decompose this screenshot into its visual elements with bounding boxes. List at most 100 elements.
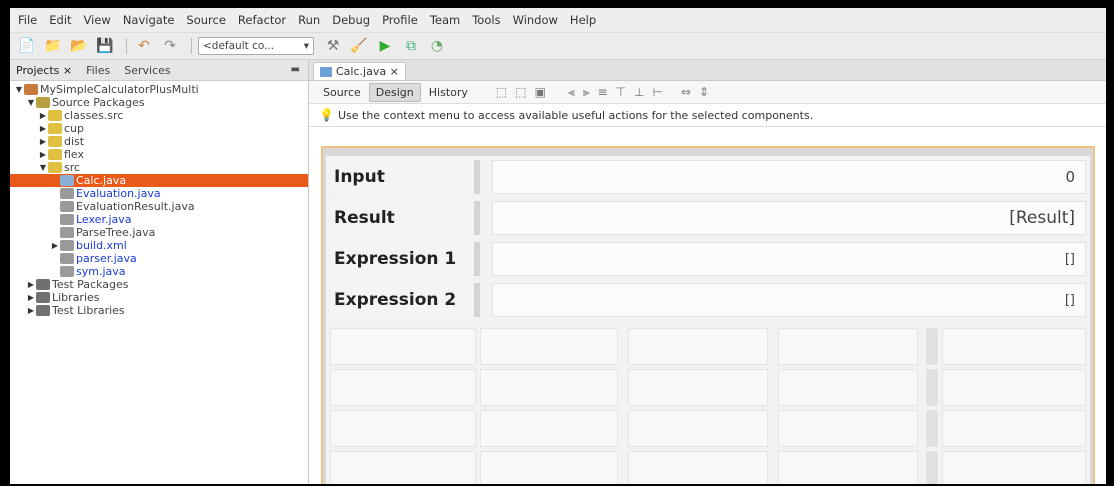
grid-cell[interactable] [942, 328, 1086, 365]
form-text-field[interactable]: [] [492, 242, 1086, 276]
build-hammer-icon[interactable]: ⚒ [322, 37, 344, 55]
grid-cell[interactable] [926, 451, 938, 484]
configuration-dropdown[interactable]: <default co... ▾ [198, 37, 314, 55]
grid-cell[interactable] [942, 410, 1086, 447]
menu-run[interactable]: Run [298, 13, 320, 27]
form-label[interactable]: Result [330, 201, 480, 235]
tree-node[interactable]: ▼ MySimpleCalculatorPlusMulti [10, 83, 308, 96]
connection-mode-icon[interactable]: ⬚ [515, 85, 526, 100]
minimize-icon[interactable]: ▬ [291, 64, 300, 75]
tree-node[interactable]: ▶ Test Libraries [10, 304, 308, 317]
new-file-icon[interactable]: 📄 [16, 37, 38, 55]
tree-node[interactable]: EvaluationResult.java [10, 200, 308, 213]
grid-cell[interactable] [926, 369, 938, 406]
menu-edit[interactable]: Edit [49, 13, 71, 27]
menu-tools[interactable]: Tools [472, 13, 500, 27]
tree-node[interactable]: ▶ flex [10, 148, 308, 161]
grid-cell[interactable] [330, 451, 476, 484]
tree-node[interactable]: sym.java [10, 265, 308, 278]
menu-navigate[interactable]: Navigate [123, 13, 175, 27]
form-label[interactable]: Input [330, 160, 480, 194]
align-top-icon[interactable]: ⊤ [616, 85, 626, 100]
grid-cell[interactable] [942, 369, 1086, 406]
grid-cell[interactable] [926, 410, 938, 447]
tree-node[interactable]: Calc.java [10, 174, 308, 187]
source-view-button[interactable]: Source [317, 84, 367, 101]
save-all-icon[interactable]: 💾 [94, 37, 116, 55]
tree-node[interactable]: ▶ classes.src [10, 109, 308, 122]
grid-cell[interactable] [480, 369, 618, 406]
menu-debug[interactable]: Debug [332, 13, 370, 27]
menu-profile[interactable]: Profile [382, 13, 418, 27]
run-icon[interactable]: ▶ [374, 37, 396, 55]
grid-cell[interactable] [942, 451, 1086, 484]
menu-source[interactable]: Source [186, 13, 226, 27]
history-view-button[interactable]: History [423, 84, 474, 101]
tab-projects[interactable]: Projects × [16, 64, 72, 77]
grid-cell[interactable] [778, 328, 918, 365]
menu-file[interactable]: File [18, 13, 37, 27]
tab-files[interactable]: Files [86, 64, 110, 77]
chevron-right-icon[interactable]: ▶ [38, 122, 48, 135]
grid-cell[interactable] [926, 328, 938, 365]
grid-cell[interactable] [330, 369, 476, 406]
undo-icon[interactable]: ↶ [133, 37, 155, 55]
menu-help[interactable]: Help [570, 13, 596, 27]
menu-window[interactable]: Window [513, 13, 558, 27]
tree-node[interactable]: ▶ cup [10, 122, 308, 135]
tree-node[interactable]: Lexer.java [10, 213, 308, 226]
chevron-right-icon[interactable]: ▶ [38, 148, 48, 161]
chevron-right-icon[interactable]: ▶ [50, 239, 60, 252]
align-center-icon[interactable]: ≡ [598, 85, 608, 100]
menu-refactor[interactable]: Refactor [238, 13, 286, 27]
grid-cell[interactable] [628, 410, 768, 447]
selection-mode-icon[interactable]: ⬚ [496, 85, 507, 100]
grid-cell[interactable] [480, 410, 618, 447]
tab-calc-java[interactable]: Calc.java × [313, 62, 406, 80]
grid-cell[interactable] [628, 369, 768, 406]
grid-cell[interactable] [330, 328, 476, 365]
clean-build-icon[interactable]: 🧹 [348, 37, 370, 55]
profile-icon[interactable]: ◔ [426, 37, 448, 55]
align-bottom-icon[interactable]: ⊥ [634, 85, 644, 100]
tree-node[interactable]: ▼ src [10, 161, 308, 174]
grid-cell[interactable] [480, 451, 618, 484]
debug-icon[interactable]: ⧉ [400, 37, 422, 55]
chevron-right-icon[interactable]: ▶ [26, 304, 36, 317]
open-project-icon[interactable]: 📂 [68, 37, 90, 55]
chevron-right-icon[interactable]: ▶ [38, 135, 48, 148]
tree-node[interactable]: ▼ Source Packages [10, 96, 308, 109]
form-text-field[interactable]: [] [492, 283, 1086, 317]
design-view-button[interactable]: Design [368, 82, 421, 102]
grid-cell[interactable] [778, 451, 918, 484]
grid-cell[interactable] [628, 451, 768, 484]
menu-team[interactable]: Team [430, 13, 460, 27]
change-resizability-icon[interactable]: ⊢ [652, 85, 662, 100]
redo-icon[interactable]: ↷ [159, 37, 181, 55]
form-label[interactable]: Expression 2 [330, 283, 480, 317]
chevron-down-icon[interactable]: ▼ [26, 96, 36, 109]
form-text-field[interactable]: [Result] [492, 201, 1086, 235]
form-label[interactable]: Expression 1 [330, 242, 480, 276]
tree-node[interactable]: ▶ Test Packages [10, 278, 308, 291]
chevron-down-icon[interactable]: ▼ [38, 161, 48, 174]
chevron-down-icon[interactable]: ▼ [14, 83, 24, 96]
tree-node[interactable]: ▶ dist [10, 135, 308, 148]
vertical-resize-icon[interactable]: ⇕ [699, 85, 709, 100]
tree-node[interactable]: ▶ build.xml [10, 239, 308, 252]
chevron-right-icon[interactable]: ▶ [38, 109, 48, 122]
preview-design-icon[interactable]: ▣ [535, 85, 546, 100]
grid-cell[interactable] [628, 328, 768, 365]
chevron-right-icon[interactable]: ▶ [26, 278, 36, 291]
menu-view[interactable]: View [84, 13, 111, 27]
tree-node[interactable]: Evaluation.java [10, 187, 308, 200]
chevron-right-icon[interactable]: ▶ [26, 291, 36, 304]
grid-cell[interactable] [480, 328, 618, 365]
align-right-icon[interactable]: ⫸ [583, 85, 590, 100]
grid-cell[interactable] [330, 410, 476, 447]
new-project-icon[interactable]: 📁 [42, 37, 64, 55]
tree-node[interactable]: parser.java [10, 252, 308, 265]
grid-cell[interactable] [778, 369, 918, 406]
horizontal-resize-icon[interactable]: ⇔ [681, 85, 691, 100]
tree-node[interactable]: ▶ Libraries [10, 291, 308, 304]
